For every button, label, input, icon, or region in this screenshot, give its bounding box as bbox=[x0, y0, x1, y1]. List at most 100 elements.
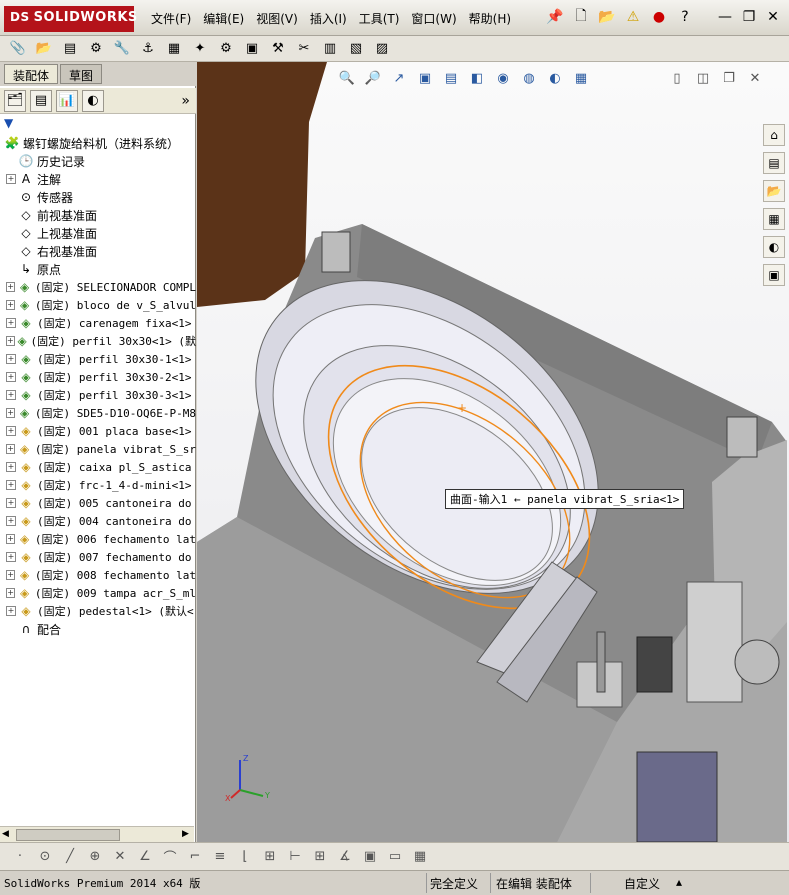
tree-expand-icon[interactable] bbox=[6, 192, 16, 202]
tree-expand-icon[interactable] bbox=[6, 246, 16, 256]
viewport-control-0-icon[interactable]: ▯ bbox=[667, 68, 687, 88]
view-tool-6-icon[interactable]: ◉ bbox=[493, 68, 513, 88]
property-manager-icon[interactable]: ▤ bbox=[30, 89, 52, 112]
tree-item[interactable]: + ◈ (固定) 004 cantoneira do bbox=[0, 512, 196, 530]
view-tool-4-icon[interactable]: ▤ bbox=[441, 68, 461, 88]
task-pane-4-icon[interactable]: ◐ bbox=[763, 236, 785, 258]
sketch-tool-6-icon[interactable]: ⌒ bbox=[160, 847, 180, 867]
tree-expand-icon[interactable]: + bbox=[6, 318, 16, 328]
toolbar-tool-6-icon[interactable]: ▦ bbox=[164, 39, 184, 59]
toolbar-tool-11-icon[interactable]: ✂ bbox=[294, 39, 314, 59]
toolbar-tool-2-icon[interactable]: ▤ bbox=[60, 39, 80, 59]
toolbar-tool-7-icon[interactable]: ✦ bbox=[190, 39, 210, 59]
view-tool-3-icon[interactable]: ▣ bbox=[415, 68, 435, 88]
toolbar-tool-3-icon[interactable]: ⚙ bbox=[86, 39, 106, 59]
sketch-tool-10-icon[interactable]: ⊞ bbox=[260, 847, 280, 867]
tree-item[interactable]: + ◈ (固定) panela vibrat_S_sr bbox=[0, 440, 196, 458]
tree-item[interactable]: + ◈ (固定) 006 fechamento lat bbox=[0, 530, 196, 548]
view-tool-9-icon[interactable]: ▦ bbox=[571, 68, 591, 88]
tree-expand-icon[interactable] bbox=[6, 210, 16, 220]
tree-item[interactable]: + ◈ (固定) perfil 30x30-3<1> bbox=[0, 386, 196, 404]
tree-expand-icon[interactable]: + bbox=[6, 588, 16, 598]
toolbar-tool-5-icon[interactable]: ⚓ bbox=[138, 39, 158, 59]
tree-expand-icon[interactable]: + bbox=[6, 570, 16, 580]
sketch-tool-5-icon[interactable]: ∠ bbox=[135, 847, 155, 867]
task-pane-2-icon[interactable]: 📂 bbox=[763, 180, 785, 202]
tree-expand-icon[interactable]: + bbox=[6, 462, 16, 472]
tree-expand-icon[interactable]: + bbox=[6, 354, 16, 364]
scrollbar-thumb[interactable] bbox=[16, 829, 120, 841]
sketch-tool-13-icon[interactable]: ∡ bbox=[335, 847, 355, 867]
view-tool-7-icon[interactable]: ◍ bbox=[519, 68, 539, 88]
pin-icon[interactable]: 📌 bbox=[544, 6, 566, 28]
view-tool-1-icon[interactable]: 🔎 bbox=[363, 68, 383, 88]
warning-icon[interactable]: ⚠ bbox=[622, 6, 644, 28]
menu-item-2[interactable]: 视图(V) bbox=[250, 8, 304, 30]
filter-icon[interactable]: ▼ bbox=[4, 116, 44, 132]
menu-item-3[interactable]: 插入(I) bbox=[304, 8, 353, 30]
sketch-tool-11-icon[interactable]: ⊢ bbox=[285, 847, 305, 867]
menu-item-5[interactable]: 窗口(W) bbox=[405, 8, 462, 30]
toolbar-tool-1-icon[interactable]: 📂 bbox=[34, 39, 54, 59]
scroll-left-icon[interactable]: ◀ bbox=[2, 829, 9, 839]
tree-item[interactable]: + ◈ (固定) perfil 30x30-1<1> bbox=[0, 350, 196, 368]
tree-item[interactable]: ◇ 右视基准面 bbox=[0, 242, 196, 260]
tree-expand-icon[interactable]: + bbox=[6, 480, 16, 490]
tree-expand-icon[interactable]: + bbox=[6, 300, 16, 310]
sketch-tool-14-icon[interactable]: ▣ bbox=[360, 847, 380, 867]
tree-expand-icon[interactable]: + bbox=[6, 444, 16, 454]
task-pane-0-icon[interactable]: ⌂ bbox=[763, 124, 785, 146]
tree-expand-icon[interactable]: + bbox=[6, 174, 16, 184]
tree-item[interactable]: + ◈ (固定) perfil 30x30-2<1> bbox=[0, 368, 196, 386]
help-icon[interactable]: ? bbox=[674, 6, 696, 28]
tree-item[interactable]: + ◈ (固定) pedestal<1> (默认< bbox=[0, 602, 196, 620]
sketch-tool-4-icon[interactable]: ✕ bbox=[110, 847, 130, 867]
tree-expand-icon[interactable]: + bbox=[6, 336, 15, 346]
toolbar-tool-4-icon[interactable]: 🔧 bbox=[112, 39, 132, 59]
tree-expand-icon[interactable]: + bbox=[6, 498, 16, 508]
tree-item[interactable]: 🕒 历史记录 bbox=[0, 152, 196, 170]
open-folder-icon[interactable]: 📂 bbox=[596, 6, 618, 28]
graphics-area[interactable]: + 🔍 🔎 ↗ ▣ ▤ ◧ ◉ ◍ ◐ ▦ ▯ ◫ ❐ ✕ ⌂ ▤ 📂 ▦ ◐ ▣ 曲面-输入1 ← panela… bbox=[197, 62, 789, 842]
sketch-tool-3-icon[interactable]: ⊕ bbox=[85, 847, 105, 867]
sketch-tool-2-icon[interactable]: ╱ bbox=[60, 847, 80, 867]
tree-item[interactable]: + ◈ (固定) bloco de v_S_alvul bbox=[0, 296, 196, 314]
status-arrow-icon[interactable]: ▴ bbox=[676, 875, 682, 889]
tree-expand-icon[interactable]: + bbox=[6, 408, 16, 418]
solidworks-logo[interactable]: DS SOLIDWORKS bbox=[4, 6, 137, 32]
view-tool-2-icon[interactable]: ↗ bbox=[389, 68, 409, 88]
tree-item[interactable]: ↳ 原点 bbox=[0, 260, 196, 278]
toolbar-tool-8-icon[interactable]: ⚙ bbox=[216, 39, 236, 59]
tree-item[interactable]: + A 注解 bbox=[0, 170, 196, 188]
new-document-icon[interactable]: 🗋 bbox=[570, 6, 592, 28]
tree-item[interactable]: 🧩 螺钉螺旋给料机（进料系统） bbox=[0, 134, 196, 152]
tree-expand-icon[interactable]: + bbox=[6, 282, 16, 292]
feature-tree-icon[interactable]: 🗂 bbox=[4, 89, 26, 112]
more-tabs-icon[interactable]: » bbox=[181, 93, 190, 109]
viewport-control-3-icon[interactable]: ✕ bbox=[745, 68, 765, 88]
sketch-tool-16-icon[interactable]: ▦ bbox=[410, 847, 430, 867]
sketch-tool-7-icon[interactable]: ⌐ bbox=[185, 847, 205, 867]
tree-item[interactable]: ⊙ 传感器 bbox=[0, 188, 196, 206]
sketch-tool-15-icon[interactable]: ▭ bbox=[385, 847, 405, 867]
configuration-manager-icon[interactable]: 📊 bbox=[56, 89, 78, 112]
restore-button[interactable]: ❐ bbox=[740, 8, 758, 26]
tree-item[interactable]: + ◈ (固定) 001 placa base<1> bbox=[0, 422, 196, 440]
tree-item[interactable]: ∩ 配合 bbox=[0, 620, 196, 638]
sketch-tool-9-icon[interactable]: ⌊ bbox=[235, 847, 255, 867]
traffic-light-icon[interactable]: ● bbox=[648, 6, 670, 28]
tree-item[interactable]: + ◈ (固定) SELECIONADOR COMPL bbox=[0, 278, 196, 296]
menu-item-0[interactable]: 文件(F) bbox=[145, 8, 197, 30]
toolbar-tool-0-icon[interactable]: 📎 bbox=[8, 39, 28, 59]
view-tool-8-icon[interactable]: ◐ bbox=[545, 68, 565, 88]
tree-item[interactable]: + ◈ (固定) 007 fechamento do bbox=[0, 548, 196, 566]
sketch-tool-8-icon[interactable]: ≡ bbox=[210, 847, 230, 867]
horizontal-scrollbar[interactable]: ◀ ▶ bbox=[0, 826, 194, 842]
tree-item[interactable]: ◇ 前视基准面 bbox=[0, 206, 196, 224]
task-pane-1-icon[interactable]: ▤ bbox=[763, 152, 785, 174]
task-pane-5-icon[interactable]: ▣ bbox=[763, 264, 785, 286]
tree-expand-icon[interactable]: + bbox=[6, 372, 16, 382]
minimize-button[interactable]: — bbox=[716, 8, 734, 26]
close-button[interactable]: ✕ bbox=[764, 8, 782, 26]
view-tool-5-icon[interactable]: ◧ bbox=[467, 68, 487, 88]
